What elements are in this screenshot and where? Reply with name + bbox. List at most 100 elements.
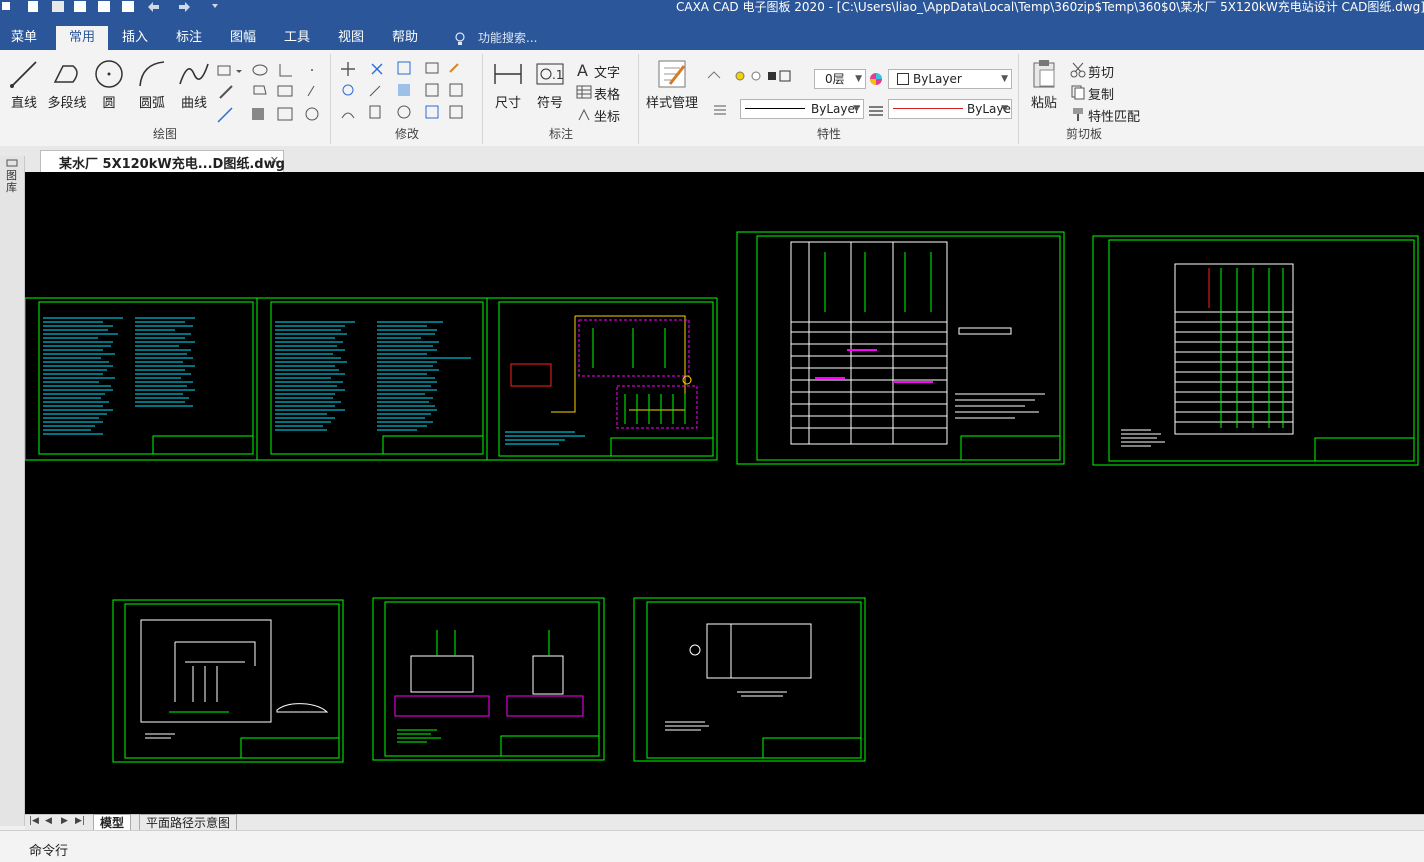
window-title: CAXA CAD 电子图板 2020 - [C:\Users\liao_\App… <box>676 0 1424 14</box>
sheet-frame <box>1092 235 1419 466</box>
library-sidebar: 图库 <box>0 156 25 826</box>
first-sheet-icon[interactable]: |◀ <box>29 816 39 826</box>
sheet-frame <box>633 597 866 762</box>
match-properties-icon <box>1073 108 1083 121</box>
title-bar: CAXA CAD 电子图板 2020 - [C:\Users\liao_\App… <box>0 0 1424 26</box>
table-button[interactable]: 表格 <box>594 84 620 103</box>
layer-value: 0层 <box>825 72 845 86</box>
tab-insert[interactable]: 插入 <box>112 26 158 50</box>
tab-frame[interactable]: 图幅 <box>220 26 266 50</box>
table-icon <box>576 85 592 99</box>
svg-text:.1: .1 <box>552 68 563 82</box>
document-tabbar: 某水厂 5X120kW充电...D图纸.dwg ✕ <box>0 146 1424 173</box>
style-manager-button[interactable]: 样式管理 <box>642 58 702 111</box>
sheet-frame <box>372 597 605 761</box>
match-properties-button[interactable]: 特性匹配 <box>1088 106 1140 125</box>
ribbon: 直线 多段线 圆 圆弧 曲线 绘图 修改 尺寸 .1 符号 A 文字 表格 坐标… <box>0 50 1424 147</box>
properties-group-label: 特性 <box>816 127 841 141</box>
group-properties: 样式管理 0层 ▼ ByLayer ▼ ByLayer ▼ ByLaye ▼ 特性 <box>640 54 1019 144</box>
circle-button[interactable]: 圆 <box>92 58 126 111</box>
color-wheel-icon <box>870 73 882 85</box>
line-icon <box>10 61 37 88</box>
text-button[interactable]: 文字 <box>594 62 620 81</box>
dimension-button[interactable]: 尺寸 <box>490 58 526 111</box>
polyline-label: 多段线 <box>47 96 87 111</box>
pin-icon[interactable] <box>5 158 19 168</box>
lineweight-icon <box>869 106 883 116</box>
last-sheet-icon[interactable]: ▶| <box>75 816 85 826</box>
polyline-icon <box>53 65 78 83</box>
copy-icon <box>1071 85 1085 100</box>
next-sheet-icon[interactable]: ▶ <box>61 816 68 826</box>
arc-icon <box>139 61 165 87</box>
tab-view[interactable]: 视图 <box>328 26 374 50</box>
arc-button[interactable]: 圆弧 <box>132 58 172 111</box>
layer-state-icons[interactable] <box>706 68 826 84</box>
layer-dropdown[interactable]: 0层 ▼ <box>814 69 866 89</box>
text-icon: A <box>577 62 588 78</box>
group-modify: 修改 <box>332 54 483 144</box>
circle-label: 圆 <box>102 96 116 111</box>
lineweight-list-icon <box>714 105 726 115</box>
drawing-canvas[interactable] <box>24 172 1424 814</box>
style-manager-icon <box>658 60 686 88</box>
group-annotate: 尺寸 .1 符号 A 文字 表格 坐标 标注 <box>484 54 639 144</box>
group-draw: 直线 多段线 圆 圆弧 曲线 绘图 <box>0 54 331 144</box>
dimension-icon <box>494 64 522 84</box>
arc-label: 圆弧 <box>138 96 165 111</box>
sheet-frame <box>736 231 1065 465</box>
copy-button[interactable]: 复制 <box>1088 84 1114 103</box>
linetype-dropdown[interactable]: ByLayer ▼ <box>740 99 864 119</box>
tab-annotate[interactable]: 标注 <box>166 26 212 50</box>
annotate-group-label: 标注 <box>548 127 573 141</box>
clipboard-group-label: 剪切板 <box>1065 127 1102 141</box>
cut-button[interactable]: 剪切 <box>1088 62 1114 81</box>
sheet-tabbar: |◀ ◀ ▶ ▶| 模型 平面路径示意图 <box>25 814 1424 832</box>
paste-button[interactable]: 粘贴 <box>1026 58 1062 111</box>
tab-tools[interactable]: 工具 <box>274 26 320 50</box>
style-manager-label: 样式管理 <box>645 96 698 111</box>
document-tab-title: 某水厂 5X120kW充电...D图纸.dwg <box>59 157 285 172</box>
paste-icon <box>1033 60 1055 88</box>
color-dropdown[interactable]: ByLayer ▼ <box>888 69 1012 89</box>
ribbon-tabs: 菜单 常用 插入 标注 图幅 工具 视图 帮助 功能搜索... <box>0 26 1424 50</box>
paste-label: 粘贴 <box>1030 96 1057 111</box>
curve-label: 曲线 <box>180 96 207 111</box>
document-tab[interactable]: 某水厂 5X120kW充电...D图纸.dwg ✕ <box>40 150 285 173</box>
cut-icon <box>1070 62 1086 78</box>
draw-small-tools-icon[interactable] <box>216 62 326 128</box>
symbol-button[interactable]: .1 符号 <box>532 58 568 111</box>
coordinate-icon <box>578 108 590 121</box>
command-line[interactable]: 命令行 <box>0 830 1424 862</box>
lightbulb-icon <box>455 32 465 45</box>
sheet-frame <box>486 297 718 461</box>
circle-icon <box>95 60 123 88</box>
curve-icon <box>179 63 209 85</box>
sheet-frame <box>24 297 258 461</box>
modify-tools-icon[interactable] <box>340 60 476 126</box>
prev-sheet-icon[interactable]: ◀ <box>45 816 52 826</box>
line-label: 直线 <box>10 96 37 111</box>
draw-group-label: 绘图 <box>152 127 177 141</box>
command-line-label: 命令行 <box>29 844 69 859</box>
library-tab[interactable]: 图库 <box>6 170 18 194</box>
quick-access-icons[interactable] <box>0 0 230 14</box>
modify-group-label: 修改 <box>394 127 419 141</box>
tab-help[interactable]: 帮助 <box>382 26 428 50</box>
group-clipboard: 粘贴 剪切 复制 特性匹配 剪切板 <box>1020 54 1148 144</box>
symbol-icon: .1 <box>536 63 564 85</box>
coordinate-button[interactable]: 坐标 <box>594 106 620 125</box>
dimension-label: 尺寸 <box>494 96 521 111</box>
polyline-button[interactable]: 多段线 <box>44 58 90 111</box>
lineweight-dropdown[interactable]: ByLaye ▼ <box>888 99 1012 119</box>
sheet-frame <box>256 297 488 461</box>
svg-text:A: A <box>577 62 588 78</box>
curve-button[interactable]: 曲线 <box>174 58 214 111</box>
feature-search-input[interactable]: 功能搜索... <box>478 26 537 50</box>
line-button[interactable]: 直线 <box>6 58 42 111</box>
color-value: ByLayer <box>913 72 962 86</box>
tab-menu[interactable]: 菜单 <box>0 26 48 50</box>
drawing-sheets <box>24 231 1419 763</box>
tab-common[interactable]: 常用 <box>56 26 108 50</box>
close-icon[interactable]: ✕ <box>270 154 279 167</box>
